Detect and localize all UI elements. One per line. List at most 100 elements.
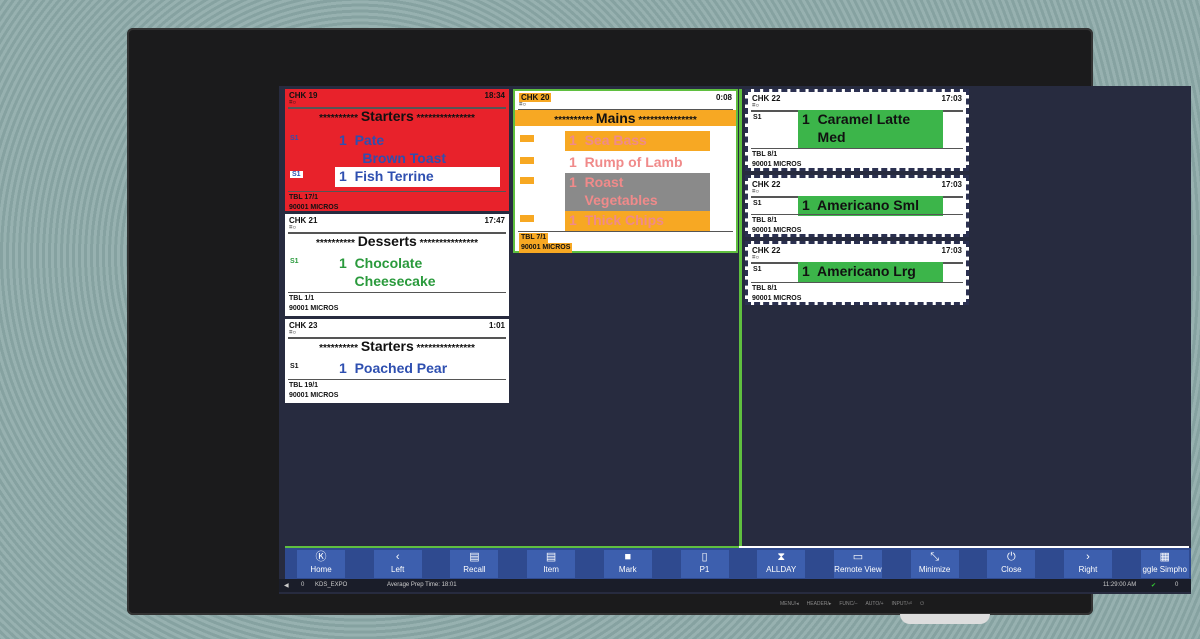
card-header: CHK 23 1:01 (289, 321, 505, 330)
order-item[interactable]: 1 Rump of Lamb (565, 153, 710, 173)
monitor-button[interactable]: AUTO/+ (865, 601, 883, 607)
order-item[interactable]: 1 Pate Brown Toast (335, 131, 500, 169)
order-card-chk23[interactable]: CHK 23 1:01 =○ ********** Starters ********… (285, 319, 509, 403)
table-number: TBL 8/1 (752, 151, 778, 158)
card-header: CHK 22 17:03 (752, 94, 962, 103)
server-name: 90001 MICROS (519, 243, 573, 253)
toolbar-button-item[interactable]: ▤ Item (527, 550, 576, 578)
footer-rule (751, 214, 963, 215)
table-number: TBL 17/1 (289, 194, 319, 201)
button-label: Home (310, 565, 332, 574)
course-header: ********** Desserts *************** (285, 233, 509, 249)
remote-view-icon: ▭ (852, 551, 864, 563)
order-item[interactable]: 1 Americano Sml (798, 196, 943, 216)
footer-rule (751, 282, 963, 283)
server-name: 90001 MICROS (752, 227, 802, 234)
seat-label: S1 (290, 258, 299, 265)
order-type-icon: =○ (289, 225, 297, 231)
check-number: CHK 19 (289, 91, 318, 100)
toolbar-button-p1[interactable]: ▯ P1 (680, 550, 729, 578)
toolbar-button-ggle-simpho[interactable]: ▦ ggle Simpho (1140, 550, 1189, 578)
button-label: ALLDAY (766, 565, 797, 574)
card-header: CHK 20 0:08 (519, 93, 732, 102)
check-number: CHK 20 (519, 93, 552, 102)
seat-label: S1 (520, 215, 534, 222)
stars: ********** (554, 115, 596, 126)
elapsed-time: 1:01 (488, 321, 505, 330)
order-card-chk20[interactable]: CHK 20 0:08 =○ ********** Mains ***********… (513, 89, 738, 253)
check-number: CHK 23 (289, 321, 318, 330)
button-label: Minimize (918, 565, 951, 574)
order-type-icon: =○ (752, 103, 760, 109)
monitor-bezel: CHK 19 18:34 =○ ********** Starters *******… (127, 28, 1191, 615)
order-item[interactable]: 1 Caramel Latte Med (798, 110, 943, 148)
elapsed-time: 18:34 (484, 91, 505, 100)
course-name: Starters (360, 338, 414, 354)
toolbar-button-close[interactable]: ⏻ Close (987, 550, 1036, 578)
table-number: TBL 19/1 (289, 382, 319, 389)
toolbar-button-right[interactable]: › Right (1064, 550, 1112, 578)
server-name: 90001 MICROS (289, 204, 339, 211)
connection-icon: ✔ (1151, 583, 1157, 589)
status-bar: ◀ 0 KDS_EXPO Average Prep Time: 18:01 11… (279, 579, 1191, 592)
item-icon: ▤ (545, 551, 557, 563)
seat-label: S1 (520, 135, 534, 142)
footer-rule (751, 148, 963, 149)
monitor-stand (900, 614, 990, 624)
button-label: Remote View (834, 565, 882, 574)
order-card-chk19[interactable]: CHK 19 18:34 =○ ********** Starters *******… (285, 89, 509, 211)
toolbar-button-minimize[interactable]: ⤡ Minimize (910, 550, 959, 578)
count-right: 0 (1175, 582, 1179, 588)
card-header: CHK 22 17:03 (752, 246, 962, 255)
order-item[interactable]: 1 Chocolate Cheesecake (335, 254, 500, 292)
order-card-chk22a[interactable]: CHK 22 17:03 =○ S1 1 Caramel Latte Med TBL 8/… (745, 89, 969, 171)
toolbar-button-left[interactable]: ‹ Left (373, 550, 422, 578)
elapsed-time: 17:03 (941, 94, 962, 103)
toolbar-button-remote-view[interactable]: ▭ Remote View (833, 550, 882, 578)
ggle-simpho-icon: ▦ (1159, 551, 1170, 563)
footer-rule (288, 292, 506, 293)
stars: ********** (315, 238, 358, 249)
toolbar-button-recall[interactable]: ▤ Recall (450, 550, 499, 578)
order-item[interactable]: 1 Sea Bass (565, 131, 710, 151)
table-number: TBL 1/1 (289, 295, 315, 302)
monitor-button[interactable]: ⏻ (920, 601, 924, 607)
toolbar-button-home[interactable]: Ⓚ Home (297, 550, 345, 578)
speaker-icon[interactable]: ◀ (284, 582, 289, 589)
order-item[interactable]: 1 Roast Vegetables (565, 173, 710, 211)
table-number: TBL 8/1 (752, 285, 778, 292)
card-header: CHK 19 18:34 (289, 91, 505, 100)
elapsed-time: 0:08 (715, 93, 732, 102)
monitor-button[interactable]: INPUT/⏎ (892, 601, 913, 607)
allday-icon: ⧗ (777, 551, 786, 563)
monitor-button[interactable]: HEADER/▸ (807, 601, 832, 607)
order-card-chk22c[interactable]: CHK 22 17:03 =○ S1 1 Americano Lrg TBL 8/1 900… (745, 241, 969, 305)
stars: *************** (413, 113, 475, 124)
check-number: CHK 22 (752, 180, 781, 189)
button-label: P1 (699, 565, 710, 574)
button-label: Right (1078, 565, 1098, 574)
card-header: CHK 22 17:03 (752, 180, 962, 189)
avg-prep-time: Average Prep Time: 18:01 (387, 582, 457, 588)
order-item[interactable]: 1 Thick Chips (565, 211, 710, 231)
home-icon: Ⓚ (315, 551, 327, 563)
server-name: 90001 MICROS (752, 295, 802, 302)
order-type-icon: =○ (289, 100, 297, 106)
table-number: TBL 8/1 (752, 217, 778, 224)
toolbar-button-mark[interactable]: ■ Mark (603, 550, 652, 578)
check-number: CHK 21 (289, 216, 318, 225)
button-label: Left (391, 565, 405, 574)
seat-label: S1 (290, 363, 299, 370)
order-item[interactable]: 1 Fish Terrine (335, 167, 500, 187)
right-icon: › (1086, 551, 1090, 563)
monitor-button[interactable]: FUNC/– (839, 601, 857, 607)
stars: *************** (416, 238, 478, 249)
toolbar-button-allday[interactable]: ⧗ ALLDAY (757, 550, 806, 578)
order-card-chk22b[interactable]: CHK 22 17:03 =○ S1 1 Americano Sml TBL 8/1 900… (745, 175, 969, 237)
order-item[interactable]: 1 Americano Lrg (798, 262, 943, 282)
order-card-chk21[interactable]: CHK 21 17:47 =○ ********** Desserts *******… (285, 214, 509, 316)
monitor-button[interactable]: MENU/◂ (780, 601, 799, 607)
order-item[interactable]: 1 Poached Pear (335, 359, 500, 379)
seat-label: S1 (290, 171, 303, 178)
clock: 11:29:00 AM (1103, 582, 1137, 588)
